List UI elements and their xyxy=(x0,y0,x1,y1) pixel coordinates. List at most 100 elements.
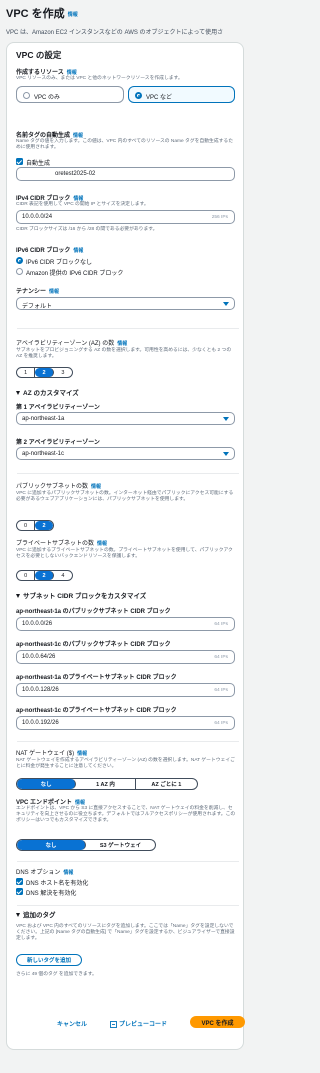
option-vpc-only[interactable]: VPC のみ xyxy=(16,86,124,103)
az2-label: 第 2 アベイラビリティーゾーン xyxy=(16,440,100,446)
endpoint-option-none[interactable]: なし xyxy=(17,840,86,850)
tags-description: VPC および VPC 内のすべてのリソースにタグを追加します。ここでは「Nam… xyxy=(16,924,235,942)
radio-ipv6-none[interactable] xyxy=(16,257,23,264)
name-tag-description: Name タグの値を入力します。この値は、VPC 内のすべてのリソースの Nam… xyxy=(16,139,234,151)
nat-description: NAT ゲートウェイを作成するアベイラビリティーゾーン (AZ) の数を選択しま… xyxy=(16,758,235,770)
info-link[interactable]: 情報 xyxy=(77,751,87,757)
info-link[interactable]: 情報 xyxy=(97,541,107,547)
az-count-label: アベイラビリティーゾーン (AZ) の数 情報 xyxy=(16,340,128,347)
expand-triangle-icon xyxy=(16,913,20,918)
az-count-description: サブネットをプロビジョニングする AZ の数を選択します。可用性を高めるには、少… xyxy=(16,348,232,360)
ipv4-label: IPv4 CIDR ブロック 情報 xyxy=(16,195,84,202)
private-option-2[interactable]: 2 xyxy=(35,571,54,580)
create-vpc-button[interactable]: VPC を作成 xyxy=(190,1016,245,1028)
page-title: VPC を作成 情報 xyxy=(6,8,78,20)
caret-down-icon xyxy=(223,302,229,306)
tags-remaining: さらに 49 個のタグ を追加できます。 xyxy=(16,972,97,977)
radio-button[interactable] xyxy=(135,91,142,99)
subnet-cidr-toggle[interactable]: サブネット CIDR ブロックをカスタマイズ xyxy=(16,590,146,600)
dns-resolution-label: DNS 解決を有効化 xyxy=(26,891,77,897)
az1-label: 第 1 アベイラビリティーゾーン xyxy=(16,405,100,411)
page-description: VPC は、Amazon EC2 インスタンスなどの AWS のオブジェクトによ… xyxy=(6,30,224,36)
az-option-2[interactable]: 2 xyxy=(35,368,54,377)
private-option-4[interactable]: 4 xyxy=(54,571,72,580)
cancel-button[interactable]: キャンセル xyxy=(57,1019,87,1028)
nat-option-per-az[interactable]: AZ ごとに 1 xyxy=(136,779,197,789)
endpoint-description: エンドポイントは、VPC から S3 に直接アクセスすることで、NAT ゲートウ… xyxy=(16,806,236,824)
ip-count: 256 IPs xyxy=(211,214,228,220)
ipv4-cidr-input[interactable]: 10.0.0.0/24 256 IPs xyxy=(16,210,235,224)
az-option-3[interactable]: 3 xyxy=(54,368,72,377)
divider xyxy=(17,473,239,474)
az1-select[interactable]: ap-northeast-1a xyxy=(16,412,235,425)
vpc-settings-panel: VPC の設定 作成するリソース 情報 VPC リソースのみ、または VPC と他… xyxy=(6,42,244,1050)
ipv6-label: IPv6 CIDR ブロック 情報 xyxy=(16,247,84,254)
endpoint-segmented[interactable]: なし S3 ゲートウェイ xyxy=(16,839,156,851)
subnet-cidr-input[interactable]: 10.0.0.0/26 64 IPs xyxy=(16,617,235,631)
nat-label: NAT ゲートウェイ ($) 情報 xyxy=(16,750,88,757)
public-option-2[interactable]: 2 xyxy=(35,521,53,530)
info-link[interactable]: 情報 xyxy=(91,484,101,490)
preview-code-button[interactable]: プレビューコード xyxy=(110,1019,167,1028)
divider xyxy=(17,861,239,862)
public-option-0[interactable]: 0 xyxy=(17,521,36,530)
az-customize-toggle[interactable]: AZ のカスタマイズ xyxy=(16,387,79,397)
nat-option-none[interactable]: なし xyxy=(17,779,77,789)
tenancy-select[interactable]: デフォルト xyxy=(16,297,235,310)
subnet-cidr-label: ap-northeast-1a のパブリックサブネット CIDR ブロック xyxy=(16,609,171,615)
dns-resolution-checkbox[interactable] xyxy=(16,888,23,895)
az-option-1[interactable]: 1 xyxy=(17,368,36,377)
subnet-cidr-label: ap-northeast-1c のパブリックサブネット CIDR ブロック xyxy=(16,642,171,648)
info-link[interactable]: 情報 xyxy=(63,870,73,876)
add-tag-button[interactable]: 新しいタグを追加 xyxy=(16,954,82,966)
private-option-0[interactable]: 0 xyxy=(17,571,36,580)
divider xyxy=(17,328,239,329)
public-subnets-segmented[interactable]: 0 2 xyxy=(16,520,54,531)
public-subnets-description: VPC に追加するパブリックサブネットの数。インターネット経由でパブリックにアク… xyxy=(16,491,234,503)
endpoint-label: VPC エンドポイント 情報 xyxy=(16,799,86,806)
radio-button[interactable] xyxy=(23,91,30,99)
subnet-cidr-input[interactable]: 10.0.0.128/26 64 IPs xyxy=(16,683,235,697)
section-title: VPC の設定 xyxy=(16,50,62,60)
subnet-cidr-input[interactable]: 10.0.0.192/26 64 IPs xyxy=(16,716,235,730)
option-vpc-and-more[interactable]: VPC など xyxy=(128,86,235,103)
private-subnets-segmented[interactable]: 0 2 4 xyxy=(16,570,73,581)
nat-option-1az[interactable]: 1 AZ 内 xyxy=(76,779,136,789)
divider xyxy=(17,741,239,742)
caret-down-icon xyxy=(223,417,229,421)
dns-hostnames-checkbox[interactable] xyxy=(16,878,23,885)
resources-description: VPC リソースのみ、または VPC と他のネットワークリソースを作成します。 xyxy=(16,76,183,81)
az-count-segmented[interactable]: 1 2 3 xyxy=(16,367,73,378)
auto-generate-label: 自動生成 xyxy=(26,161,51,167)
info-link[interactable]: 情報 xyxy=(49,289,59,295)
subnet-cidr-label: ap-northeast-1c のプライベートサブネット CIDR ブロック xyxy=(16,708,177,714)
ipv4-hint: CIDR ブロックサイズは /16 から /28 の間である必要があります。 xyxy=(16,227,158,232)
expand-triangle-icon xyxy=(16,391,20,396)
dns-label: DNS オプション 情報 xyxy=(16,869,74,876)
info-link[interactable]: 情報 xyxy=(73,248,83,254)
dns-hostnames-label: DNS ホスト名を有効化 xyxy=(26,881,89,887)
ip-count: 64 IPs xyxy=(214,621,228,627)
info-link[interactable]: 情報 xyxy=(68,12,78,18)
divider xyxy=(17,905,239,906)
resources-label: 作成するリソース 情報 xyxy=(16,69,77,76)
endpoint-option-s3[interactable]: S3 ゲートウェイ xyxy=(86,840,155,850)
ip-count: 64 IPs xyxy=(214,720,228,726)
ip-count: 64 IPs xyxy=(214,687,228,693)
name-tag-label: 名前タグの自動生成 情報 xyxy=(16,132,84,139)
private-subnets-description: VPC に追加するプライベートサブネットの数。プライベートサブネットを使用して、… xyxy=(16,548,233,560)
tags-toggle[interactable]: 追加のタグ xyxy=(16,909,56,919)
info-link[interactable]: 情報 xyxy=(117,341,127,347)
code-preview-icon xyxy=(110,1020,117,1028)
private-subnets-label: プライベートサブネットの数 情報 xyxy=(16,540,108,547)
ipv4-description: CIDR 表記を使用して VPC の開始 IP とサイズを決定します。 xyxy=(16,202,149,207)
auto-generate-checkbox[interactable] xyxy=(16,158,23,165)
ip-count: 64 IPs xyxy=(214,654,228,660)
az2-select[interactable]: ap-northeast-1c xyxy=(16,447,235,460)
radio-ipv6-amazon[interactable] xyxy=(16,268,23,275)
name-tag-input[interactable]: oretest2025-02 xyxy=(16,167,235,181)
subnet-cidr-input[interactable]: 10.0.0.64/26 64 IPs xyxy=(16,650,235,664)
expand-triangle-icon xyxy=(16,594,20,599)
caret-down-icon xyxy=(223,452,229,456)
nat-segmented[interactable]: なし 1 AZ 内 AZ ごとに 1 xyxy=(16,778,198,790)
